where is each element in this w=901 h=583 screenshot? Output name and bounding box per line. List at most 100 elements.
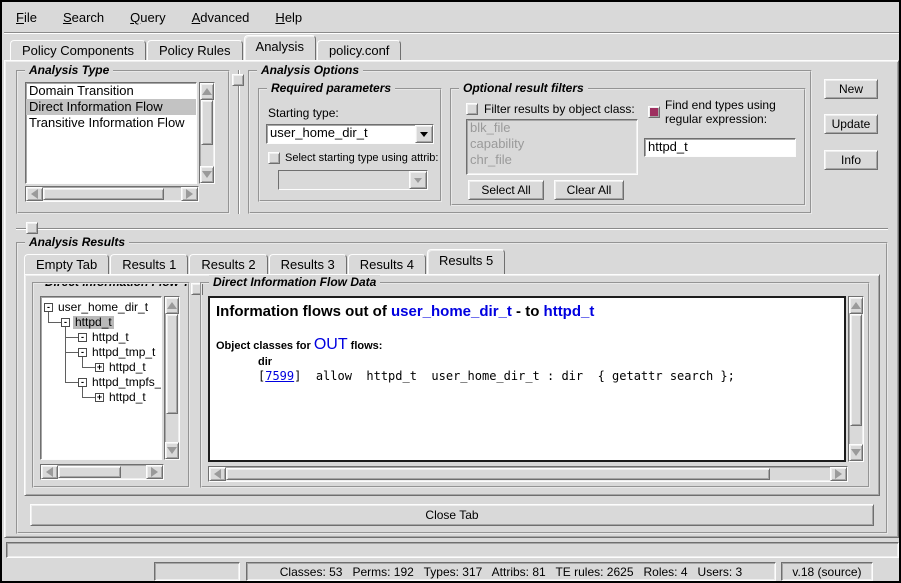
analysis-type-frame: Analysis Type Domain Transition Direct I…: [16, 70, 230, 214]
tree-expand-box[interactable]: -: [78, 333, 87, 342]
scroll-thumb[interactable]: [226, 468, 770, 480]
tree-expand-box[interactable]: -: [61, 318, 70, 327]
menu-query[interactable]: Query: [130, 10, 165, 25]
filter-object-class-checkbox[interactable]: [466, 103, 478, 115]
flow-direction: OUT: [314, 336, 348, 353]
analysis-results-title: Analysis Results: [25, 235, 129, 249]
scroll-thumb[interactable]: [58, 466, 121, 478]
tree-node-httpd-t-selected[interactable]: httpd_t: [73, 316, 114, 329]
analysis-type-hscrollbar[interactable]: [25, 186, 199, 202]
flow-tree-hscrollbar[interactable]: [40, 464, 164, 480]
menu-advanced[interactable]: Advanced: [192, 10, 250, 25]
results-tab-4[interactable]: Results 4: [348, 254, 426, 274]
clear-all-button[interactable]: Clear All: [554, 180, 624, 200]
vertical-sash-handle[interactable]: [232, 74, 244, 86]
scroll-up-icon[interactable]: [849, 297, 863, 314]
vertical-sash-line: [238, 70, 240, 214]
menu-search[interactable]: Search: [63, 10, 104, 25]
results-tab-5[interactable]: Results 5: [427, 249, 505, 274]
menu-file[interactable]: File: [16, 10, 37, 25]
scroll-right-icon[interactable]: [830, 467, 847, 481]
tree-expand-box[interactable]: +: [95, 393, 104, 402]
flow-subheading: Object classes for OUT flows:: [216, 336, 844, 354]
regex-input[interactable]: httpd_t: [644, 138, 796, 157]
filter-object-class-label: Filter results by object class:: [484, 102, 635, 116]
scroll-thumb[interactable]: [43, 188, 164, 200]
attrib-checkbox[interactable]: [268, 152, 280, 164]
analysis-type-title: Analysis Type: [25, 63, 113, 77]
flow-tree-canvas[interactable]: - user_home_dir_t - httpd_t - httpd_t - …: [40, 296, 162, 460]
analysis-type-vscrollbar[interactable]: [199, 82, 215, 184]
update-button[interactable]: Update: [824, 114, 878, 134]
list-item-direct-information-flow[interactable]: Direct Information Flow: [26, 99, 196, 115]
scroll-right-icon[interactable]: [181, 187, 198, 201]
flow-tree-title: Direct Information Flow T: [41, 282, 189, 289]
analysis-options-title: Analysis Options: [257, 63, 363, 77]
tree-expand-box[interactable]: -: [78, 378, 87, 387]
status-panel-version: v.18 (source): [781, 562, 873, 581]
policy-version: v.18 (source): [782, 563, 872, 580]
tree-node-httpd-tmp-t[interactable]: httpd_tmp_t: [90, 346, 157, 359]
tab-policy-rules[interactable]: Policy Rules: [147, 40, 243, 60]
regex-checkbox[interactable]: [648, 106, 660, 118]
scroll-up-icon[interactable]: [200, 83, 214, 100]
tree-expand-box[interactable]: -: [44, 303, 53, 312]
tab-policy-conf[interactable]: policy.conf: [317, 40, 401, 60]
scroll-down-icon[interactable]: [165, 442, 179, 459]
flow-data-frame: Direct Information Flow Data Information…: [200, 282, 870, 488]
starting-type-value: user_home_dir_t: [267, 125, 415, 143]
tree-node-user-home-dir-t[interactable]: user_home_dir_t: [56, 301, 150, 314]
analysis-type-listbox[interactable]: Domain Transition Direct Information Flo…: [25, 82, 197, 184]
scroll-down-icon[interactable]: [200, 166, 214, 183]
apol-main-window: File Search Query Advanced Help Policy C…: [0, 0, 901, 583]
results-tab-bar: Empty Tab Results 1 Results 2 Results 3 …: [24, 250, 506, 274]
tree-node-httpd-tmpfs-t[interactable]: httpd_tmpfs_: [90, 376, 162, 389]
results-tab-1[interactable]: Results 1: [110, 254, 188, 274]
flow-data-hscrollbar[interactable]: [208, 466, 848, 482]
scroll-up-icon[interactable]: [165, 297, 179, 314]
scroll-left-icon[interactable]: [209, 467, 226, 481]
tree-node-httpd-t[interactable]: httpd_t: [107, 361, 148, 374]
required-parameters-title: Required parameters: [267, 81, 395, 95]
flow-data-vscrollbar[interactable]: [848, 296, 864, 462]
results-tab-3[interactable]: Results 3: [269, 254, 347, 274]
scroll-thumb[interactable]: [850, 314, 862, 426]
status-panel-stats: Classes: 53 Perms: 192 Types: 317 Attrib…: [246, 562, 776, 581]
menu-help[interactable]: Help: [275, 10, 302, 25]
results-tab-2[interactable]: Results 2: [189, 254, 267, 274]
results-tab-empty[interactable]: Empty Tab: [24, 254, 109, 274]
flow-tree-vscrollbar[interactable]: [164, 296, 180, 460]
list-item-transitive-information-flow[interactable]: Transitive Information Flow: [26, 115, 196, 131]
scroll-left-icon[interactable]: [26, 187, 43, 201]
new-button[interactable]: New: [824, 79, 878, 99]
flow-data-textarea[interactable]: Information flows out of user_home_dir_t…: [208, 296, 846, 462]
flow-target-type: httpd_t: [544, 303, 595, 320]
flow-tree-frame: Direct Information Flow T - user_home_di…: [32, 282, 190, 488]
list-item-domain-transition[interactable]: Domain Transition: [26, 83, 196, 99]
tab-analysis[interactable]: Analysis: [244, 35, 316, 60]
optional-filters-title: Optional result filters: [459, 81, 588, 95]
message-strip: [6, 542, 899, 558]
tree-expand-box[interactable]: +: [95, 363, 104, 372]
scroll-left-icon[interactable]: [41, 465, 58, 479]
flow-source-type: user_home_dir_t: [391, 303, 512, 320]
close-tab-button[interactable]: Close Tab: [30, 504, 874, 526]
scroll-right-icon[interactable]: [146, 465, 163, 479]
optional-filters-frame: Optional result filters Filter results b…: [450, 88, 806, 206]
tree-node-httpd-t[interactable]: httpd_t: [90, 331, 131, 344]
select-all-button[interactable]: Select All: [468, 180, 544, 200]
scroll-down-icon[interactable]: [849, 444, 863, 461]
scroll-thumb[interactable]: [201, 100, 213, 145]
tree-expand-box[interactable]: -: [78, 348, 87, 357]
starting-type-label: Starting type:: [268, 106, 339, 120]
flow-data-title: Direct Information Flow Data: [209, 275, 380, 289]
tree-node-httpd-t[interactable]: httpd_t: [107, 391, 148, 404]
chevron-down-icon[interactable]: [415, 125, 433, 143]
starting-type-combobox[interactable]: user_home_dir_t: [266, 124, 434, 144]
info-button[interactable]: Info: [824, 150, 878, 170]
horizontal-sash-handle[interactable]: [26, 222, 38, 234]
scroll-thumb[interactable]: [166, 314, 178, 414]
tab-policy-components[interactable]: Policy Components: [10, 40, 146, 60]
object-class-item: chr_file: [467, 152, 637, 168]
rule-number-link[interactable]: 7599: [265, 369, 294, 383]
